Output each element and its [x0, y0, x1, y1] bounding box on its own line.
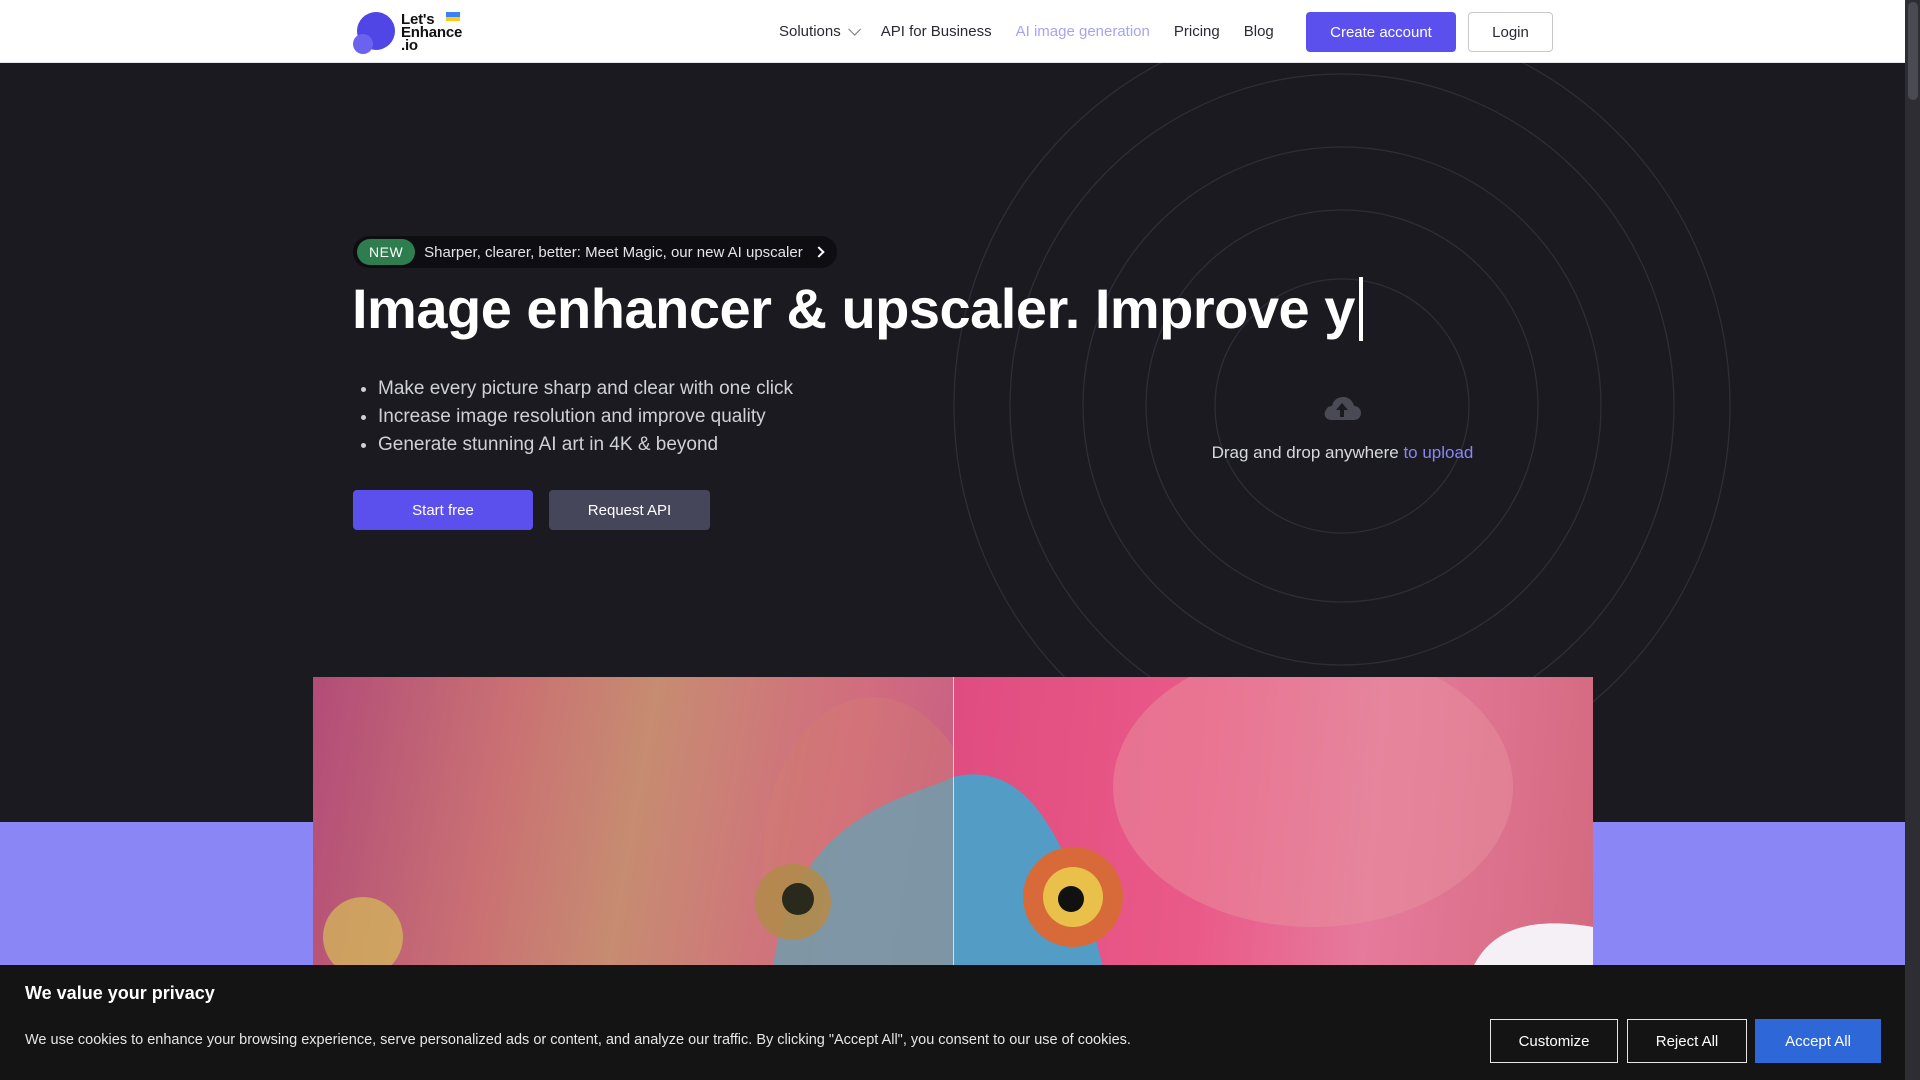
chevron-down-icon: [847, 23, 861, 36]
nav-item-api-for-business[interactable]: API for Business: [881, 23, 992, 40]
cookie-title: We value your privacy: [25, 983, 215, 1003]
login-button[interactable]: Login: [1468, 12, 1553, 52]
announcement-badge[interactable]: NEW Sharper, clearer, better: Meet Magic…: [353, 236, 837, 268]
start-free-button[interactable]: Start free: [353, 490, 533, 530]
announcement-text: Sharper, clearer, better: Meet Magic, ou…: [424, 243, 803, 261]
accept-all-button[interactable]: Accept All: [1755, 1019, 1881, 1063]
accent-band-left: [0, 822, 313, 967]
nav-item-blog[interactable]: Blog: [1244, 23, 1274, 40]
cookie-description: We use cookies to enhance your browsing …: [25, 1032, 1131, 1048]
nav-item-pricing[interactable]: Pricing: [1174, 23, 1220, 40]
upload-link[interactable]: to upload: [1403, 443, 1473, 462]
feature-item: Generate stunning AI art in 4K & beyond: [378, 431, 793, 459]
headline-text: Image enhancer & upscaler. Improve y: [352, 277, 1355, 340]
request-api-button[interactable]: Request API: [549, 490, 710, 530]
logo-mark-icon: [353, 10, 395, 54]
nav-item-ai-image-generation[interactable]: AI image generation: [1016, 23, 1150, 40]
nav-item-solutions[interactable]: Solutions: [779, 23, 861, 40]
customize-button[interactable]: Customize: [1490, 1019, 1618, 1063]
hero-headline: Image enhancer & upscaler. Improve y: [352, 276, 1363, 341]
cloud-upload-icon[interactable]: [1322, 394, 1362, 424]
accent-band-right: [1593, 822, 1905, 967]
reject-all-button[interactable]: Reject All: [1627, 1019, 1747, 1063]
after-image: [953, 677, 1593, 967]
before-image: [313, 677, 983, 967]
typing-cursor: [1358, 276, 1363, 341]
feature-item: Increase image resolution and improve qu…: [378, 403, 793, 431]
chevron-right-icon: [813, 246, 825, 258]
comparison-slider-handle[interactable]: [953, 677, 954, 967]
feature-list: Make every picture sharp and clear with …: [378, 375, 793, 459]
cookie-banner: We value your privacy We use cookies to …: [0, 965, 1905, 1080]
new-tag: NEW: [357, 239, 416, 265]
before-after-comparison[interactable]: [313, 677, 1593, 967]
feature-item: Make every picture sharp and clear with …: [378, 375, 793, 403]
ukraine-flag-icon: [446, 12, 460, 21]
main-nav: Solutions API for Business AI image gene…: [779, 0, 1298, 63]
site-header: Let's Enhance .io Solutions API for Busi…: [0, 0, 1905, 63]
scrollbar-thumb[interactable]: [1908, 2, 1918, 100]
upload-prompt: Drag and drop anywhere to upload: [1211, 443, 1474, 462]
logo[interactable]: Let's Enhance .io: [353, 10, 462, 54]
page-scrollbar[interactable]: [1905, 0, 1920, 1080]
create-account-button[interactable]: Create account: [1306, 12, 1456, 52]
